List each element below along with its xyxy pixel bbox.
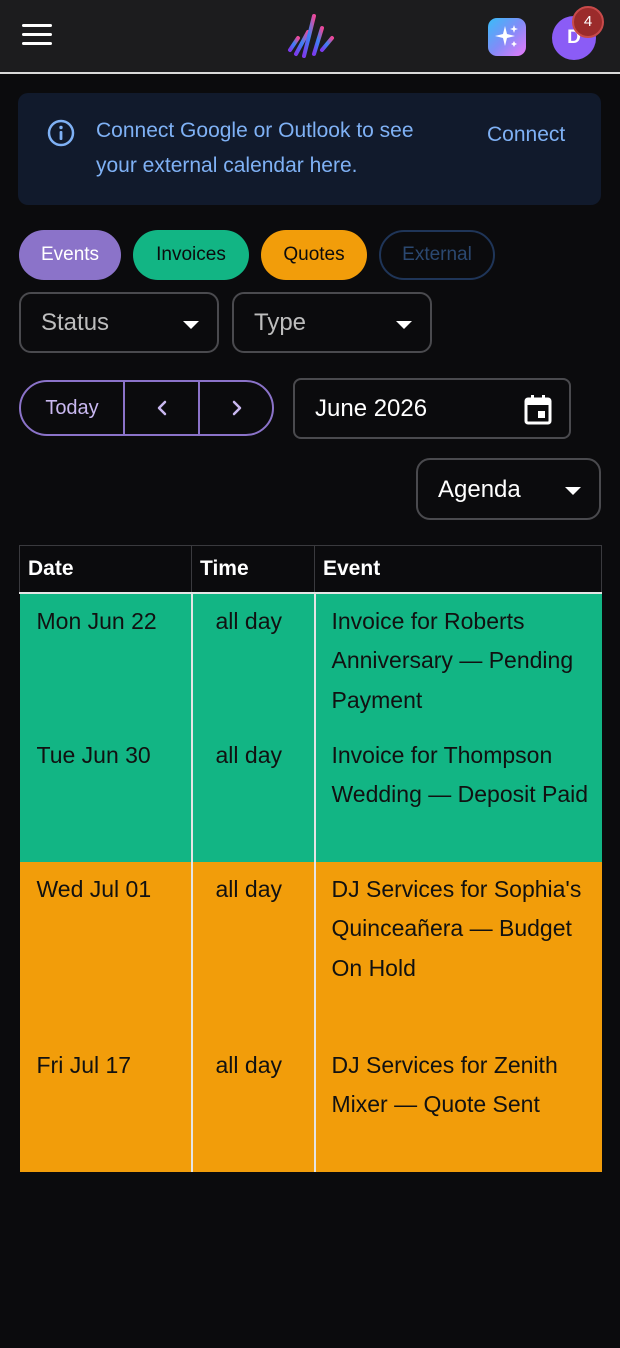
status-select[interactable]: Status — [19, 292, 219, 353]
column-header-event: Event — [314, 545, 602, 594]
prev-button[interactable] — [125, 382, 200, 434]
type-select-label: Type — [254, 309, 307, 336]
row-time: all day — [190, 727, 315, 862]
banner-message: Connect Google or Outlook to see your ex… — [96, 119, 414, 177]
agenda-row[interactable]: Fri Jul 17 all day DJ Services for Zenit… — [19, 1037, 602, 1172]
row-time: all day — [190, 592, 315, 728]
row-date: Wed Jul 01 — [19, 861, 192, 1038]
column-header-time: Time — [191, 545, 315, 594]
status-select-label: Status — [41, 309, 110, 336]
agenda-row[interactable]: Tue Jun 30 all day Invoice for Thompson … — [19, 727, 602, 862]
row-event[interactable]: Invoice for Thompson Wedding — Deposit P… — [313, 727, 602, 862]
calendar-icon[interactable] — [523, 394, 553, 426]
date-nav-group: Today — [19, 380, 274, 436]
row-date: Fri Jul 17 — [19, 1037, 192, 1172]
month-value: June 2026 — [315, 395, 428, 422]
row-event[interactable]: DJ Services for Zenith Mixer — Quote Sen… — [313, 1037, 602, 1172]
caret-down-icon — [396, 321, 412, 329]
hamburger-menu-icon[interactable] — [22, 24, 52, 48]
info-icon — [47, 119, 75, 147]
notification-badge[interactable]: 4 — [572, 6, 604, 38]
app-logo-icon[interactable] — [284, 10, 336, 62]
view-select[interactable]: Agenda — [416, 458, 601, 520]
connect-calendar-banner: Connect Google or Outlook to see your ex… — [18, 93, 601, 205]
filter-chip-invoices[interactable]: Invoices — [133, 230, 249, 280]
row-date: Mon Jun 22 — [19, 592, 192, 728]
agenda-table: Date Time Event Mon Jun 22 all day Invoi… — [19, 545, 602, 1172]
filter-chip-quotes[interactable]: Quotes — [261, 230, 367, 280]
row-date: Tue Jun 30 — [19, 727, 192, 862]
connect-button[interactable]: Connect — [487, 123, 565, 147]
today-button[interactable]: Today — [21, 382, 125, 434]
filter-chip-external[interactable]: External — [379, 230, 495, 280]
agenda-row[interactable]: Mon Jun 22 all day Invoice for Roberts A… — [19, 592, 602, 728]
column-header-date: Date — [19, 545, 192, 594]
table-header-row: Date Time Event — [19, 545, 602, 594]
filter-chip-events[interactable]: Events — [19, 230, 121, 280]
chevron-right-icon — [232, 400, 242, 416]
row-time: all day — [190, 861, 315, 1038]
row-event[interactable]: DJ Services for Sophia's Quinceañera — B… — [313, 861, 602, 1038]
month-picker-field[interactable]: June 2026 — [293, 378, 571, 439]
next-button[interactable] — [200, 382, 272, 434]
sparkle-icon[interactable] — [488, 18, 526, 56]
caret-down-icon — [183, 321, 199, 329]
view-select-label: Agenda — [438, 476, 521, 503]
row-time: all day — [190, 1037, 315, 1172]
type-select[interactable]: Type — [232, 292, 432, 353]
row-event[interactable]: Invoice for Roberts Anniversary — Pendin… — [313, 592, 602, 728]
top-bar: D 4 — [0, 0, 620, 74]
caret-down-icon — [565, 487, 581, 495]
agenda-row[interactable]: Wed Jul 01 all day DJ Services for Sophi… — [19, 861, 602, 1038]
chevron-left-icon — [157, 400, 166, 416]
